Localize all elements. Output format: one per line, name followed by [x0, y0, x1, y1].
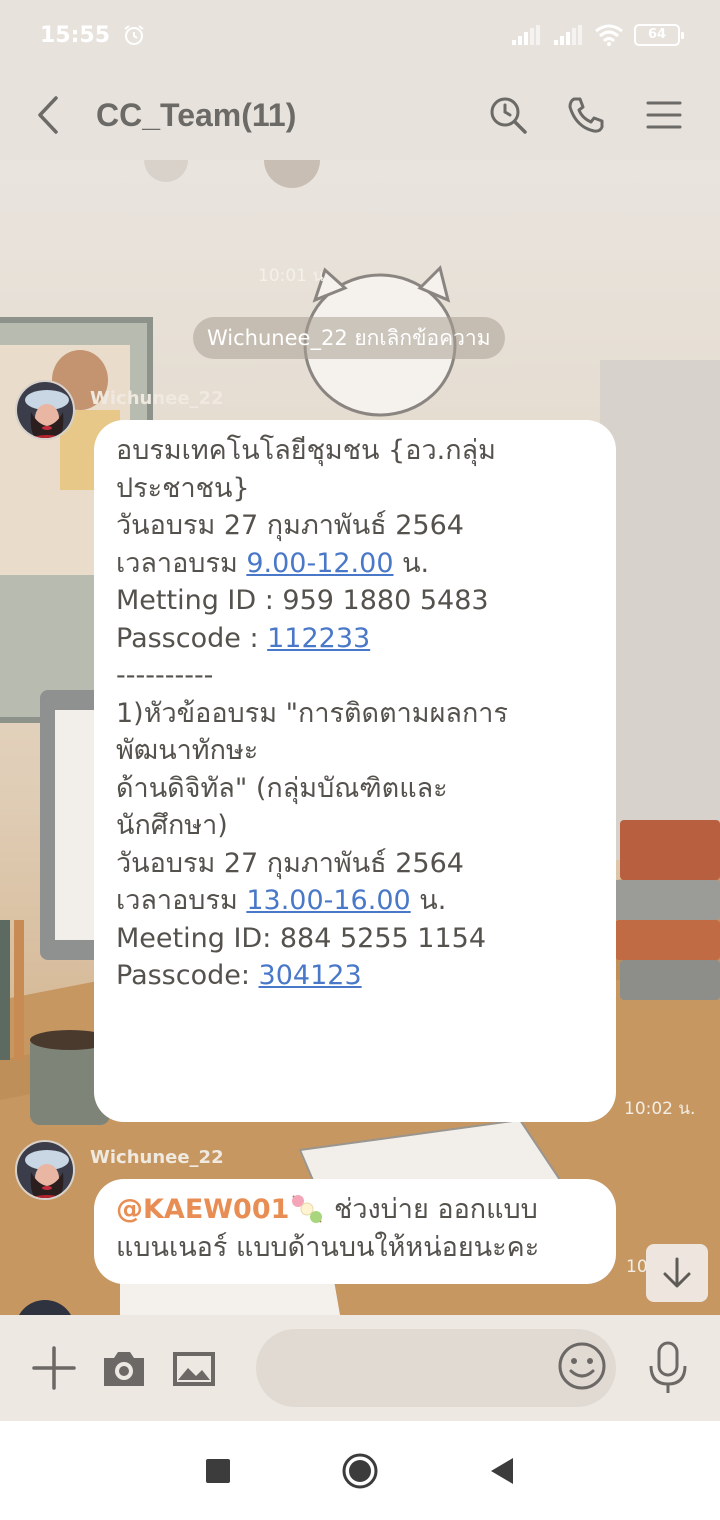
message-text: Passcode: — [116, 960, 259, 991]
scroll-down-button[interactable] — [646, 1244, 708, 1302]
recent-apps-button[interactable] — [205, 1458, 231, 1484]
message-line: Metting ID : 959 1880 5483 — [116, 585, 489, 616]
sender-name: Wichunee_22 — [90, 1147, 224, 1168]
message-line: Meeting ID: 884 5255 1154 — [116, 922, 486, 954]
message-text: เวลาอบรม — [116, 885, 247, 916]
back-button[interactable] — [36, 90, 72, 140]
message-line: @KAEW001 ช่วงบ่าย ออกแบบ — [116, 1191, 594, 1229]
message-time: 10:02 น. — [624, 1099, 696, 1119]
menu-icon[interactable] — [644, 95, 684, 135]
signal-icon — [512, 25, 540, 45]
message-text: น. — [393, 547, 430, 579]
system-notice: Wichunee_22 ยกเลิกข้อความ — [193, 317, 505, 359]
arrow-down-icon — [663, 1257, 691, 1288]
message-line: นักศึกษา) — [116, 810, 228, 841]
message-line: วันอบรม 27 กุมภาพันธ์ 2564 — [116, 510, 464, 541]
time-link[interactable]: 9.00-12.00 — [246, 548, 393, 579]
message-line: 1)หัวข้ออบรม "การติดตามผลการ — [116, 697, 508, 729]
signal-icon-2 — [554, 25, 582, 45]
time-link[interactable]: 13.00-16.00 — [246, 885, 410, 916]
dango-emoji-icon — [292, 1195, 323, 1223]
chevron-left-icon — [38, 96, 58, 134]
avatar[interactable] — [15, 380, 75, 440]
avatar[interactable] — [15, 1140, 75, 1200]
message-timestamp: 10:01 น. — [258, 266, 330, 286]
passcode-link[interactable]: 304123 — [259, 960, 362, 991]
chat-title[interactable]: CC_Team(11) — [96, 97, 296, 134]
message-line: ---------- — [116, 660, 214, 691]
header-actions — [488, 95, 684, 135]
passcode-link[interactable]: 112233 — [267, 623, 370, 654]
message-line: Passcode: 304123 — [116, 957, 594, 995]
message-line: ประชาชน} — [116, 472, 250, 504]
plus-icon[interactable] — [30, 1344, 78, 1392]
message-bubble[interactable]: @KAEW001 ช่วงบ่าย ออกแบบ แบนเนอร์ แบบด้า… — [94, 1179, 616, 1284]
status-indicators: 64 — [510, 23, 684, 47]
message-time: 10 — [626, 1257, 648, 1277]
message-text: Passcode : — [116, 622, 268, 654]
message-line: เวลาอบรม 9.00-12.00 น. — [116, 545, 594, 583]
search-icon[interactable] — [488, 95, 528, 135]
microphone-icon[interactable] — [646, 1340, 690, 1396]
alarm-icon — [124, 25, 144, 45]
input-bar — [0, 1315, 720, 1421]
phone-icon[interactable] — [566, 95, 606, 135]
emoji-icon[interactable] — [556, 1340, 608, 1392]
status-time: 15:55 — [40, 22, 111, 48]
message-text: ช่วงบ่าย ออกแบบ — [325, 1194, 538, 1225]
message-bubble[interactable]: อบรมเทคโนโลยีชุมชน {อว.กลุ่ม ประชาชน} วั… — [94, 420, 616, 1122]
message-line: แบนเนอร์ แบบด้านบนให้หน่อยนะคะ — [116, 1231, 540, 1263]
message-line: เวลาอบรม 13.00-16.00 น. — [116, 882, 594, 920]
image-icon[interactable] — [170, 1344, 218, 1392]
message-text: น. — [410, 885, 447, 916]
back-nav-button[interactable] — [489, 1456, 515, 1486]
sender-name: Wichunee_22 — [90, 388, 224, 409]
battery-indicator: 64 — [634, 24, 684, 46]
message-line: อบรมเทคโนโลยีชุมชน {อว.กลุ่ม — [116, 435, 496, 466]
message-line: ด้านดิจิทัล" (กลุ่มบัณฑิตและ — [116, 772, 448, 804]
camera-icon[interactable] — [100, 1344, 148, 1392]
message-line: พัฒนาทักษะ — [116, 735, 259, 766]
system-nav-bar — [0, 1421, 720, 1520]
mention-link[interactable]: @KAEW001 — [116, 1194, 289, 1225]
message-text: เวลาอบรม — [116, 547, 247, 579]
message-line: วันอบรม 27 กุมภาพันธ์ 2564 — [116, 847, 464, 879]
chat-area[interactable]: 10:01 น. Wichunee_22 ยกเลิกข้อความ Wichu… — [0, 160, 720, 1315]
chat-header: CC_Team(11) — [0, 70, 720, 160]
message-line: Passcode : 112233 — [116, 620, 594, 658]
status-bar: 15:55 64 — [0, 0, 720, 70]
wifi-icon — [595, 24, 623, 46]
home-button[interactable] — [341, 1452, 379, 1490]
